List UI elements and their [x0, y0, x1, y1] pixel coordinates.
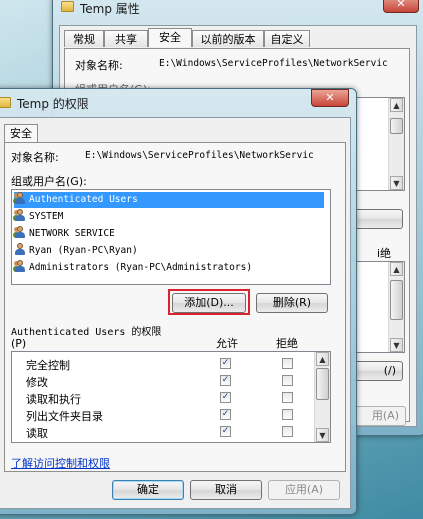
allow-checkbox[interactable] [220, 375, 231, 386]
tab-sharing[interactable]: 共享 [104, 30, 148, 47]
scroll-up-icon[interactable]: ▲ [390, 262, 403, 276]
permissions-label-accel: (P) [11, 337, 27, 350]
group-icon [13, 226, 26, 238]
allow-checkbox[interactable] [220, 426, 231, 437]
apply-button[interactable]: 应用(A) [268, 480, 340, 500]
add-button[interactable]: 添加(D)... [172, 293, 246, 313]
properties-perm-list-scrollbar[interactable]: ▲ ▼ [388, 262, 404, 352]
properties-object-label: 对象名称: [75, 59, 123, 72]
permissions-label: Authenticated Users 的权限 [11, 327, 162, 338]
permissions-dialog: Temp 的权限 ✕ 安全 对象名称: E:\Windows\ServicePr… [0, 88, 357, 515]
deny-column-header: 拒绝 [276, 337, 298, 350]
help-link[interactable]: 了解访问控制和权限 [11, 455, 110, 471]
properties-object-value: E:\Windows\ServiceProfiles\NetworkServic [159, 58, 388, 69]
permission-list[interactable]: 完全控制 修改 读取和执行 列出文件夹目录 [11, 351, 331, 443]
permission-row[interactable]: 完全控制 [12, 356, 312, 372]
scroll-up-icon[interactable]: ▲ [390, 98, 403, 112]
list-item[interactable]: SYSTEM [13, 209, 63, 225]
object-name-label: 对象名称: [11, 151, 59, 164]
group-icon [13, 260, 26, 272]
folder-icon [61, 1, 74, 12]
deny-checkbox[interactable] [282, 375, 293, 386]
properties-window-title: Temp 属性 [80, 2, 140, 16]
tab-customize[interactable]: 自定义 [264, 30, 310, 47]
permission-list-scrollbar[interactable]: ▲ ▼ [314, 352, 330, 442]
remove-button[interactable]: 删除(R) [256, 293, 328, 313]
user-list[interactable]: Authenticated Users SYSTEM NETWORK SERVI… [11, 189, 331, 285]
permission-name: 列出文件夹目录 [26, 410, 103, 423]
deny-checkbox[interactable] [282, 409, 293, 420]
group-or-user-label: 组或用户名(G): [11, 175, 87, 188]
deny-checkbox[interactable] [282, 426, 293, 437]
allow-column-header: 允许 [216, 337, 238, 350]
deny-checkbox[interactable] [282, 392, 293, 403]
list-item[interactable]: Ryan (Ryan-PC\Ryan) [14, 243, 138, 259]
list-item[interactable]: Administrators (Ryan-PC\Administrators) [13, 260, 252, 276]
dialog-tab-panel: 对象名称: E:\Windows\ServiceProfiles\Network… [4, 142, 346, 472]
permission-row[interactable]: 读取 [12, 424, 312, 440]
deny-checkbox[interactable] [282, 358, 293, 369]
tab-security[interactable]: 安全 [4, 124, 38, 143]
permission-name: 读取 [26, 427, 48, 440]
tab-security[interactable]: 安全 [148, 28, 192, 47]
tab-previous-versions[interactable]: 以前的版本 [192, 30, 264, 47]
properties-close-button[interactable]: ✕ [383, 0, 419, 13]
list-item[interactable]: NETWORK SERVICE [13, 226, 115, 242]
user-icon [14, 243, 26, 255]
properties-deny-header: i绝 [377, 247, 392, 260]
group-icon [13, 209, 26, 221]
scroll-down-icon[interactable]: ▼ [390, 338, 403, 352]
dialog-close-button[interactable]: ✕ [311, 89, 349, 107]
scroll-thumb[interactable] [390, 280, 403, 320]
allow-checkbox[interactable] [220, 392, 231, 403]
properties-user-list-scrollbar[interactable]: ▲ ▼ [388, 98, 404, 190]
permission-name: 读取和执行 [26, 393, 81, 406]
permission-row[interactable]: 列出文件夹目录 [12, 407, 312, 423]
object-name-value: E:\Windows\ServiceProfiles\NetworkServic [85, 150, 314, 161]
permission-row[interactable]: 读取和执行 [12, 390, 312, 406]
scroll-thumb[interactable] [390, 118, 403, 134]
scroll-up-icon[interactable]: ▲ [316, 352, 329, 366]
scroll-down-icon[interactable]: ▼ [316, 428, 329, 442]
allow-checkbox[interactable] [220, 409, 231, 420]
scroll-thumb[interactable] [316, 368, 329, 400]
tab-general[interactable]: 常规 [64, 30, 104, 47]
list-item[interactable]: Authenticated Users [13, 192, 324, 208]
properties-tabbar: 常规 共享 安全 以前的版本 自定义 [64, 28, 414, 48]
permission-name: 完全控制 [26, 359, 70, 372]
cancel-button[interactable]: 取消 [190, 480, 262, 500]
dialog-content: 安全 对象名称: E:\Windows\ServiceProfiles\Netw… [0, 117, 351, 509]
allow-checkbox[interactable] [220, 358, 231, 369]
scroll-down-icon[interactable]: ▼ [390, 176, 403, 190]
folder-icon [0, 97, 11, 108]
dialog-title: Temp 的权限 [17, 97, 89, 111]
group-icon [13, 192, 26, 204]
permission-row[interactable]: 修改 [12, 373, 312, 389]
permission-name: 修改 [26, 376, 48, 389]
ok-button[interactable]: 确定 [112, 480, 184, 500]
